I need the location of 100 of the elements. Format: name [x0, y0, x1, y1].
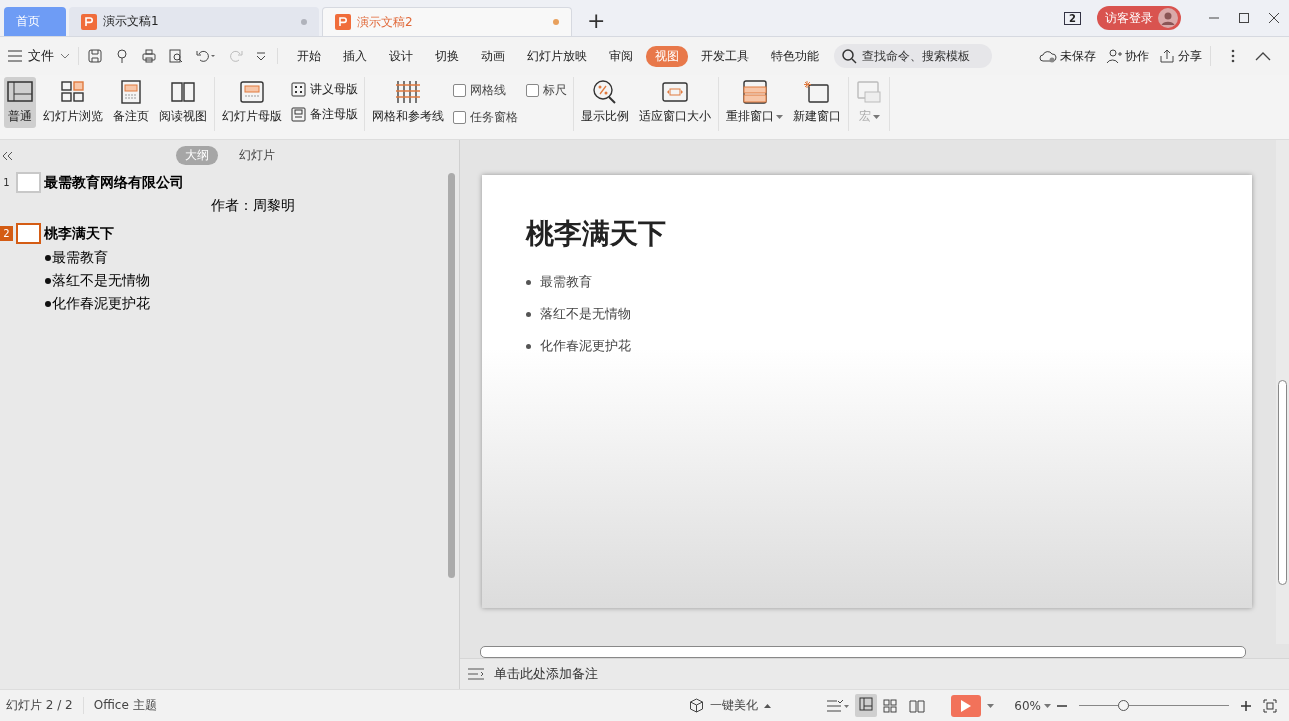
toolbar-action[interactable]: 协作: [1106, 47, 1149, 65]
fit-window-icon: [662, 80, 688, 104]
ribbon-tab[interactable]: 插入: [334, 45, 376, 67]
pane-tab[interactable]: 幻灯片: [229, 145, 284, 165]
ribbon-button[interactable]: 网格和参考线: [369, 77, 447, 128]
ribbon-button[interactable]: 新建窗口: [790, 77, 844, 128]
outline-subtitle: 作者：周黎明: [210, 197, 296, 215]
new-tab-button[interactable]: +: [575, 8, 618, 36]
slide-thumbnail[interactable]: [16, 172, 41, 193]
checkbox-option[interactable]: 标尺: [524, 80, 569, 101]
checkbox-option[interactable]: 任务窗格: [451, 107, 520, 128]
ribbon-tab[interactable]: 审阅: [600, 45, 642, 67]
outline-bullet: 最需教育: [52, 249, 108, 267]
bullet-icon: [526, 279, 531, 285]
avatar-icon: [1158, 8, 1178, 28]
outline-title: 桃李满天下: [44, 224, 114, 243]
play-icon: [961, 699, 972, 712]
presentation-icon: [81, 13, 97, 30]
ribbon-button[interactable]: 显示比例: [578, 77, 632, 128]
ribbon-tab[interactable]: 开发工具: [692, 45, 758, 67]
ribbon-button[interactable]: 备注页: [110, 77, 152, 128]
fit-icon[interactable]: [1263, 698, 1277, 713]
slide-number: 2: [0, 226, 13, 241]
unsaved-dot: [301, 18, 307, 25]
ribbon-button[interactable]: 适应窗口大小: [636, 77, 714, 128]
search-field[interactable]: 查找命令、搜索模板: [834, 44, 992, 68]
zoom-icon: [592, 80, 618, 104]
customize-icon[interactable]: [255, 50, 267, 62]
outline-bullet: 落红不是无情物: [52, 272, 150, 290]
slide-bullet: 最需教育: [540, 273, 592, 291]
cube-icon: [689, 698, 705, 713]
slide-thumbnail[interactable]: [16, 223, 41, 244]
document-tab[interactable]: 演示文稿1: [69, 7, 319, 36]
ribbon-tab[interactable]: 动画: [472, 45, 514, 67]
toolbar-action[interactable]: 未保存: [1039, 47, 1096, 65]
slider-thumb[interactable]: [1118, 700, 1129, 711]
book-icon[interactable]: [909, 698, 926, 713]
outline-bullet: 化作春泥更护花: [52, 295, 150, 313]
zoom-level[interactable]: 60%: [1014, 698, 1041, 713]
ribbon-tab[interactable]: 切换: [426, 45, 468, 67]
view-icon: [7, 80, 33, 104]
notes-master-icon: [291, 107, 306, 122]
caret-icon[interactable]: [987, 703, 995, 708]
new-window-icon: [804, 80, 830, 104]
grid-icon[interactable]: [883, 698, 898, 713]
search-icon: [842, 48, 857, 64]
handout-icon: [291, 82, 306, 97]
slide-counter: 幻灯片 2 / 2: [6, 697, 74, 714]
ribbon-button[interactable]: 重排窗口: [723, 77, 786, 128]
collapse-ribbon-icon[interactable]: [1255, 51, 1271, 61]
ribbon-tab[interactable]: 幻灯片放映: [518, 45, 596, 67]
more-icon[interactable]: [1231, 49, 1235, 63]
book-icon: [170, 80, 196, 104]
caret-icon: [764, 703, 772, 708]
bullet-icon: [526, 311, 531, 317]
checkbox[interactable]: [526, 84, 539, 97]
ribbon-button[interactable]: 阅读视图: [156, 77, 210, 128]
window-count[interactable]: 2: [1064, 11, 1081, 25]
scrollbar-thumb[interactable]: [1278, 380, 1287, 585]
print-icon[interactable]: [141, 48, 157, 64]
print-preview-icon[interactable]: [168, 48, 184, 64]
share-icon: [1159, 48, 1175, 64]
bullet-icon: [526, 343, 531, 349]
window-stack-icon: [741, 80, 768, 104]
beautify-button[interactable]: 一键美化: [689, 697, 772, 714]
unsaved-dot: [553, 19, 559, 25]
collapse-pane-icon[interactable]: [2, 151, 13, 161]
presentation-icon: [335, 14, 351, 30]
toolbar-action[interactable]: 分享: [1159, 47, 1202, 65]
chevron-icon: [60, 53, 70, 59]
zoom-in-icon[interactable]: [1241, 700, 1251, 711]
align-icon[interactable]: [827, 699, 850, 712]
ribbon-tab[interactable]: 开始: [288, 45, 330, 67]
ribbon-button[interactable]: 讲义母版: [289, 80, 360, 99]
checkbox[interactable]: [453, 111, 466, 124]
ribbon-button[interactable]: 普通: [4, 77, 36, 128]
checkbox[interactable]: [453, 84, 466, 97]
save-icon[interactable]: [87, 48, 103, 64]
undo-icon[interactable]: [195, 48, 217, 64]
ribbon-button[interactable]: 备注母版: [289, 105, 360, 124]
ribbon-tab[interactable]: 特色功能: [762, 45, 828, 67]
maximize-icon[interactable]: [1238, 12, 1250, 24]
ribbon-tab[interactable]: 设计: [380, 45, 422, 67]
scrollbar-thumb[interactable]: [480, 646, 1246, 658]
checkbox-option[interactable]: 网格线: [451, 80, 520, 101]
notes-icon: [468, 668, 484, 680]
close-icon[interactable]: [1268, 12, 1280, 24]
slide-title: 桃李满天下: [526, 216, 667, 252]
file-menu[interactable]: 文件: [8, 47, 79, 65]
bullet-icon: [45, 255, 51, 261]
scrollbar-thumb[interactable]: [448, 173, 455, 578]
caret-icon[interactable]: [1044, 703, 1051, 708]
ribbon-button[interactable]: 幻灯片浏览: [40, 77, 106, 128]
play-button[interactable]: [951, 694, 982, 717]
view-icon: [859, 697, 874, 711]
ribbon-button[interactable]: 幻灯片母版: [219, 77, 285, 128]
login-button[interactable]: 访客登录: [1097, 6, 1181, 30]
cloud-icon: [1039, 49, 1057, 63]
notes-field[interactable]: 单击此处添加备注: [494, 665, 598, 683]
normal-view-button[interactable]: [855, 694, 878, 717]
